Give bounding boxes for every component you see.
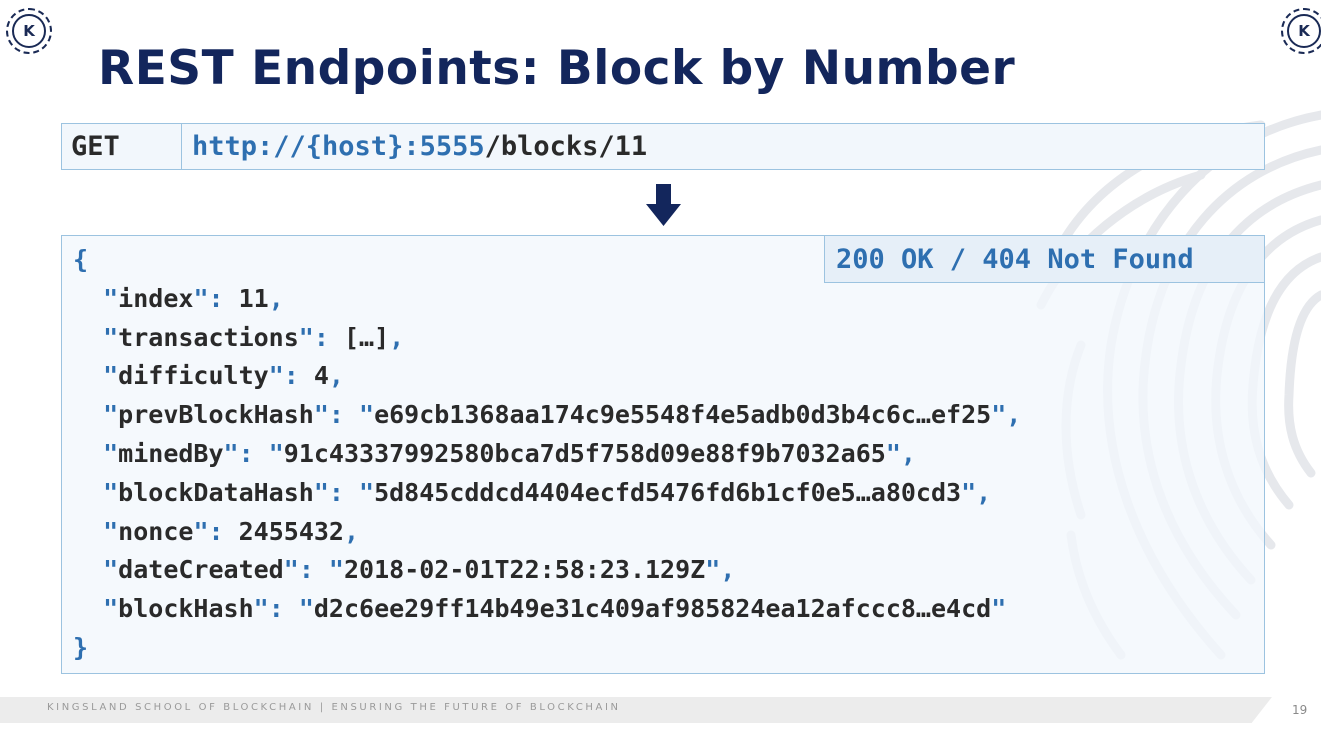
kingsland-logo-right: K <box>1281 8 1321 54</box>
open-brace: { <box>73 245 89 274</box>
request-box: GET http://{host}:5555/blocks/11 <box>61 123 1265 170</box>
page-number: 19 <box>1292 703 1308 717</box>
json-value: 91c43337992580bca7d5f758d09e88f9b7032a65 <box>283 438 886 468</box>
json-key: blockDataHash <box>118 477 314 507</box>
json-field-prevBlockHash: "prevBlockHash": "e69cb1368aa174c9e5548f… <box>103 400 1022 430</box>
page-title: REST Endpoints: Block by Number <box>98 41 1016 96</box>
json-value: 2018-02-01T22:58:23.129Z <box>343 555 706 585</box>
json-field-blockHash: "blockHash": "d2c6ee29ff14b49e31c409af98… <box>103 594 1007 624</box>
json-key: difficulty <box>118 361 269 391</box>
json-value: 2455432 <box>238 516 344 546</box>
response-box: 200 OK / 404 Not Found { "index": 11, "t… <box>61 235 1265 674</box>
json-value: e69cb1368aa174c9e5548f4e5adb0d3b4c6c…ef2… <box>374 400 992 430</box>
json-key: index <box>118 283 194 313</box>
json-key: prevBlockHash <box>118 400 314 430</box>
json-field-transactions: "transactions": […], <box>103 322 405 352</box>
json-value: d2c6ee29ff14b49e31c409af985824ea12afccc8… <box>313 594 992 624</box>
json-value: 5d845cddcd4404ecfd5476fd6b1cf0e5…a80cd3 <box>374 477 962 507</box>
url-path: /blocks/11 <box>484 131 648 162</box>
json-value: 4 <box>313 361 329 391</box>
json-key: dateCreated <box>118 555 284 585</box>
http-method: GET <box>62 124 182 169</box>
json-field-blockDataHash: "blockDataHash": "5d845cddcd4404ecfd5476… <box>103 477 992 507</box>
json-field-dateCreated: "dateCreated": "2018-02-01T22:58:23.129Z… <box>103 555 736 585</box>
request-url: http://{host}:5555/blocks/11 <box>182 124 647 169</box>
json-key: nonce <box>118 516 194 546</box>
json-body: { "index": 11, "transactions": […], "dif… <box>73 241 1021 668</box>
json-value: […] <box>343 322 390 352</box>
json-field-nonce: "nonce": 2455432, <box>103 516 360 546</box>
url-base: http://{host}:5555 <box>192 131 485 162</box>
json-field-difficulty: "difficulty": 4, <box>103 361 344 391</box>
footer-text: KINGSLAND SCHOOL OF BLOCKCHAIN | ENSURIN… <box>47 702 621 713</box>
json-value: 11 <box>238 283 269 313</box>
json-field-index: "index": 11, <box>103 283 284 313</box>
json-key: blockHash <box>118 594 254 624</box>
json-key: transactions <box>118 322 299 352</box>
logo-letter: K <box>1287 14 1321 48</box>
logo-letter: K <box>12 14 46 48</box>
arrow-down-icon <box>646 184 681 226</box>
json-field-minedBy: "minedBy": "91c43337992580bca7d5f758d09e… <box>103 438 916 468</box>
close-brace: } <box>73 632 89 662</box>
json-key: minedBy <box>118 438 224 468</box>
kingsland-logo-left: K <box>6 8 52 54</box>
